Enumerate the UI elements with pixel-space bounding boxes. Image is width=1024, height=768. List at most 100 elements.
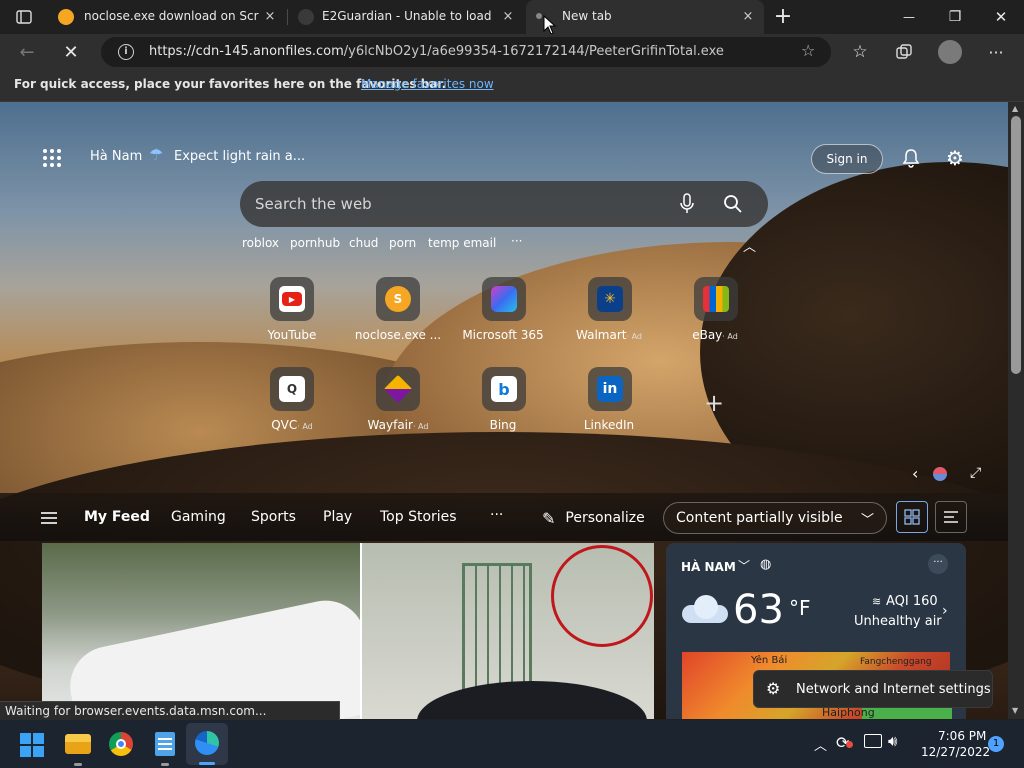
quick-link-label: Microsoft 365	[462, 328, 544, 342]
edge-taskbar-button[interactable]	[186, 723, 228, 765]
search-input[interactable]: Search the web	[255, 195, 372, 213]
profile-avatar[interactable]	[938, 40, 962, 64]
search-suggestion[interactable]: pornhub	[290, 236, 340, 250]
quick-link-walmart[interactable]: ✳	[588, 277, 632, 321]
address-bar[interactable]: i https://cdn-145.anonfiles.com/y6lcNbO2…	[101, 37, 831, 67]
feed-tab-gaming[interactable]: Gaming	[171, 509, 226, 525]
chevron-down-icon: ﹀	[860, 513, 874, 528]
location-text[interactable]: Hà Nam	[90, 149, 142, 164]
feed-tab-sports[interactable]: Sports	[251, 509, 296, 525]
scrollbar-thumb[interactable]	[1011, 116, 1021, 374]
quick-link-microsoft365[interactable]	[482, 277, 526, 321]
quick-link-bing[interactable]: b	[482, 367, 526, 411]
weather-location[interactable]: HÀ NAM	[681, 560, 736, 574]
volume-icon[interactable]: 🔊︎	[888, 732, 897, 750]
microphone-icon[interactable]	[680, 193, 694, 219]
feed-tab-my-feed[interactable]: My Feed	[84, 509, 150, 525]
chevron-right-icon[interactable]: ›	[942, 603, 948, 619]
more-suggestions-icon[interactable]: ···	[511, 234, 522, 248]
clock-date[interactable]: 12/27/2022	[921, 745, 990, 759]
quick-link-noclose[interactable]: S	[376, 277, 420, 321]
page-settings-gear-icon[interactable]: ⚙	[942, 145, 968, 171]
scroll-up-icon[interactable]: ▲	[1012, 104, 1018, 113]
sync-alert-icon[interactable]: ⟳	[836, 733, 853, 752]
restore-button[interactable]: ❐	[938, 6, 972, 28]
notepad-icon[interactable]	[155, 732, 175, 756]
search-box[interactable]: Search the web	[240, 181, 768, 227]
expand-icon[interactable]: ⤢	[970, 465, 981, 481]
stop-loading-icon[interactable]: ✕	[56, 38, 86, 66]
feed-tab-top-stories[interactable]: Top Stories	[380, 509, 457, 525]
close-tab-icon[interactable]: ×	[500, 9, 516, 25]
search-icon[interactable]	[723, 194, 743, 218]
temperature-value: 63	[733, 587, 784, 633]
feed-tab-play[interactable]: Play	[323, 509, 352, 525]
pencil-sparkle-icon: ✎	[542, 508, 556, 528]
chevron-up-icon[interactable]: ︿	[743, 236, 756, 255]
feed-menu-icon[interactable]	[40, 510, 58, 529]
start-windows-icon[interactable]	[20, 733, 44, 757]
news-card-image[interactable]	[42, 543, 654, 719]
close-tab-icon[interactable]: ×	[740, 9, 756, 25]
ad-badge: · Ad	[297, 422, 313, 431]
quick-link-qvc[interactable]: Q	[270, 367, 314, 411]
search-suggestion[interactable]: porn	[389, 236, 416, 250]
back-arrow-icon[interactable]: ←	[12, 38, 42, 66]
settings-more-icon[interactable]: ···	[984, 40, 1008, 64]
quick-link-wayfair[interactable]	[376, 367, 420, 411]
sign-in-button[interactable]: Sign in	[811, 144, 883, 174]
minimize-button[interactable]: —	[892, 6, 926, 28]
search-suggestion[interactable]: roblox	[242, 236, 279, 250]
favorites-icon[interactable]: ☆	[848, 40, 872, 64]
quick-link-ebay[interactable]	[694, 277, 738, 321]
tab-actions-icon[interactable]	[14, 8, 34, 26]
taskbar-indicator	[161, 763, 169, 766]
quick-link-label: noclose.exe ...	[354, 328, 442, 342]
status-bar: Waiting for browser.events.data.msn.com.…	[0, 701, 340, 720]
tab-new-tab[interactable]: New tab ×	[526, 0, 764, 34]
close-tab-icon[interactable]: ×	[262, 9, 278, 25]
tab-e2guardian[interactable]: E2Guardian - Unable to load web ×	[288, 0, 524, 34]
taskbar-indicator	[199, 762, 215, 765]
chrome-icon[interactable]	[109, 732, 133, 756]
feed-more-icon[interactable]: ···	[490, 507, 503, 523]
manage-favorites-link[interactable]: Manage favorites now	[361, 77, 494, 91]
new-tab-button[interactable]: +	[770, 3, 796, 29]
add-favorite-icon[interactable]: ☆	[801, 41, 815, 60]
clock-time[interactable]: 7:06 PM	[938, 729, 986, 743]
chevron-left-icon[interactable]: ‹	[912, 464, 918, 483]
quick-link-label: Walmart· Ad	[557, 328, 661, 342]
chevron-down-icon[interactable]: ﹀	[738, 557, 750, 574]
close-window-button[interactable]: ✕	[984, 6, 1018, 28]
file-explorer-icon[interactable]	[65, 734, 91, 754]
weather-forecast-text[interactable]: Expect light rain a...	[174, 149, 305, 164]
personalize-button[interactable]: ✎ Personalize	[530, 502, 654, 534]
aqi-value[interactable]: AQI 160	[886, 594, 938, 609]
notification-bell-icon[interactable]	[898, 145, 924, 171]
globe-icon[interactable]: ◍	[760, 557, 771, 572]
content-visibility-dropdown[interactable]: Content partially visible ﹀	[663, 502, 887, 534]
list-layout-button[interactable]	[935, 501, 967, 533]
collections-icon[interactable]	[892, 40, 916, 64]
site-info-icon[interactable]: i	[118, 44, 134, 60]
grid-layout-button[interactable]	[896, 501, 928, 533]
quick-link-youtube[interactable]: ▶	[270, 277, 314, 321]
network-icon[interactable]	[864, 734, 882, 748]
quick-link-linkedin[interactable]: in	[588, 367, 632, 411]
search-suggestion[interactable]: temp email	[428, 236, 496, 250]
search-suggestion[interactable]: chud	[349, 236, 378, 250]
aqi-status[interactable]: Unhealthy air	[854, 614, 942, 629]
walmart-icon: ✳	[597, 286, 623, 312]
quick-link-label: eBay· Ad	[663, 328, 767, 342]
quick-link-name: Walmart	[576, 328, 627, 342]
weather-card-more-icon[interactable]: ···	[928, 554, 948, 574]
tab-noclose[interactable]: noclose.exe download on Scratch ×	[50, 0, 286, 34]
chevron-up-icon[interactable]: ︿	[814, 735, 827, 754]
apps-launcher-icon[interactable]	[40, 146, 64, 170]
add-quick-link-button[interactable]: +	[704, 389, 724, 417]
ad-badge: · Ad	[412, 422, 429, 431]
personalize-label: Personalize	[565, 510, 645, 526]
notification-count-badge[interactable]: 1	[988, 736, 1004, 752]
background-info-icon[interactable]	[933, 467, 947, 481]
scroll-down-icon[interactable]: ▼	[1012, 706, 1018, 715]
